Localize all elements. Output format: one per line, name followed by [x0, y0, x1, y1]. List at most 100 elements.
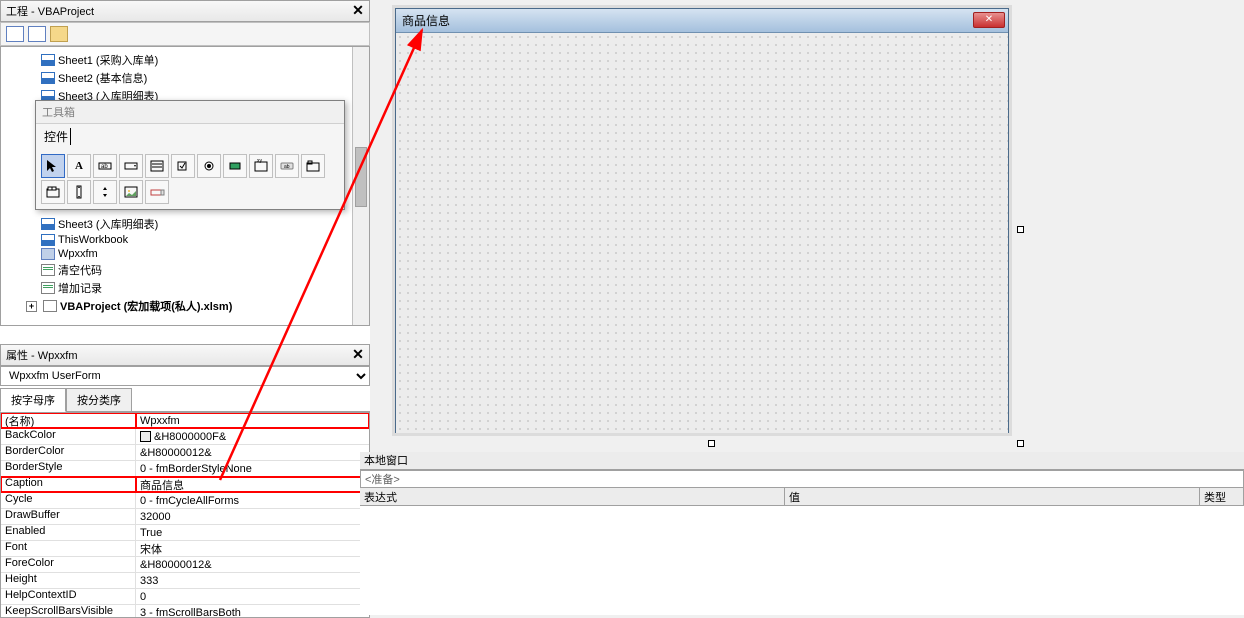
- property-row[interactable]: EnabledTrue: [1, 525, 369, 541]
- property-value[interactable]: True: [136, 525, 369, 540]
- tab-alphabetic[interactable]: 按字母序: [0, 388, 66, 412]
- refedit-tool[interactable]: [145, 180, 169, 204]
- frame-tool[interactable]: xy: [249, 154, 273, 178]
- vba-icon: [43, 300, 57, 312]
- property-name: BorderStyle: [1, 461, 136, 476]
- sheet-icon: [41, 218, 55, 230]
- tree-item[interactable]: ThisWorkbook: [1, 233, 369, 247]
- property-row[interactable]: ForeColor&H80000012&: [1, 557, 369, 573]
- form-icon: [41, 248, 55, 260]
- combobox-tool[interactable]: [119, 154, 143, 178]
- property-value[interactable]: &H8000000F&: [136, 429, 369, 444]
- checkbox-tool[interactable]: [171, 154, 195, 178]
- project-panel-titlebar: 工程 - VBAProject ✕: [0, 0, 370, 22]
- property-value[interactable]: Wpxxfm: [136, 413, 369, 428]
- tree-item[interactable]: Wpxxfm: [1, 247, 369, 261]
- close-icon[interactable]: ✕: [349, 346, 367, 364]
- properties-grid[interactable]: (名称)WpxxfmBackColor&H8000000F&BorderColo…: [0, 412, 370, 618]
- listbox-tool[interactable]: [145, 154, 169, 178]
- togglebutton-tool[interactable]: [223, 154, 247, 178]
- resize-handle-e[interactable]: [1017, 226, 1024, 233]
- userform-caption: 商品信息: [402, 12, 450, 29]
- folder-icon[interactable]: [50, 26, 68, 42]
- property-value[interactable]: 0 - fmCycleAllForms: [136, 493, 369, 508]
- property-name: DrawBuffer: [1, 509, 136, 524]
- property-value[interactable]: 0 - fmBorderStyleNone: [136, 461, 369, 476]
- color-swatch-icon: [140, 431, 151, 442]
- sheet-icon: [41, 234, 55, 246]
- col-value[interactable]: 值: [785, 488, 1200, 505]
- toolbox-title: 工具箱: [36, 101, 344, 124]
- col-type[interactable]: 类型: [1200, 488, 1244, 505]
- userform-designer[interactable]: 商品信息 ✕: [395, 8, 1020, 443]
- multipage-tool[interactable]: [41, 180, 65, 204]
- sheet-icon: [41, 54, 55, 66]
- commandbutton-tool[interactable]: ab: [275, 154, 299, 178]
- sheet-icon: [41, 72, 55, 84]
- properties-panel: 属性 - Wpxxfm ✕ Wpxxfm UserForm 按字母序 按分类序 …: [0, 344, 370, 618]
- svg-text:ab: ab: [284, 164, 290, 170]
- property-row[interactable]: DrawBuffer32000: [1, 509, 369, 525]
- close-icon[interactable]: ✕: [349, 2, 367, 20]
- property-row[interactable]: (名称)Wpxxfm: [1, 413, 369, 429]
- userform-window[interactable]: 商品信息 ✕: [395, 8, 1009, 433]
- col-expression[interactable]: 表达式: [360, 488, 785, 505]
- view-object-icon[interactable]: [28, 26, 46, 42]
- property-row[interactable]: Height333: [1, 573, 369, 589]
- property-row[interactable]: Caption商品信息: [1, 477, 369, 493]
- scrollbar[interactable]: [352, 47, 369, 325]
- optionbutton-tool[interactable]: [197, 154, 221, 178]
- pointer-tool[interactable]: [41, 154, 65, 178]
- property-value[interactable]: 商品信息: [136, 477, 369, 492]
- resize-handle-s[interactable]: [708, 440, 715, 447]
- property-row[interactable]: BorderColor&H80000012&: [1, 445, 369, 461]
- locals-window: 本地窗口 <准备> 表达式 值 类型: [360, 452, 1244, 615]
- spinbutton-tool[interactable]: [93, 180, 117, 204]
- property-name: HelpContextID: [1, 589, 136, 604]
- property-name: Enabled: [1, 525, 136, 540]
- scrollbar-tool[interactable]: [67, 180, 91, 204]
- tree-item[interactable]: Sheet3 (入库明细表): [1, 215, 369, 233]
- property-row[interactable]: BorderStyle0 - fmBorderStyleNone: [1, 461, 369, 477]
- locals-column-headers: 表达式 值 类型: [360, 488, 1244, 506]
- svg-text:xy: xy: [257, 158, 263, 164]
- toolbox-tab-controls[interactable]: 控件: [36, 124, 344, 149]
- property-name: KeepScrollBarsVisible: [1, 605, 136, 618]
- property-row[interactable]: KeepScrollBarsVisible3 - fmScrollBarsBot…: [1, 605, 369, 618]
- property-row[interactable]: Cycle0 - fmCycleAllForms: [1, 493, 369, 509]
- scrollbar-thumb[interactable]: [355, 147, 367, 207]
- form-close-button[interactable]: ✕: [973, 12, 1005, 28]
- property-value[interactable]: 333: [136, 573, 369, 588]
- property-value[interactable]: 宋体: [136, 541, 369, 556]
- svg-text:ab: ab: [101, 164, 108, 170]
- properties-title: 属性 - Wpxxfm: [6, 347, 78, 363]
- property-name: Caption: [1, 477, 136, 492]
- view-code-icon[interactable]: [6, 26, 24, 42]
- property-row[interactable]: HelpContextID0: [1, 589, 369, 605]
- tabstrip-tool[interactable]: [301, 154, 325, 178]
- property-value[interactable]: 0: [136, 589, 369, 604]
- object-selector[interactable]: Wpxxfm UserForm: [0, 366, 370, 386]
- properties-titlebar: 属性 - Wpxxfm ✕: [0, 344, 370, 366]
- property-value[interactable]: 32000: [136, 509, 369, 524]
- userform-body[interactable]: [396, 33, 1008, 433]
- expand-icon[interactable]: +: [26, 301, 37, 312]
- tree-item[interactable]: Sheet1 (采购入库单): [1, 51, 369, 69]
- tree-item[interactable]: 清空代码: [1, 261, 369, 279]
- module-icon: [41, 282, 55, 294]
- image-tool[interactable]: [119, 180, 143, 204]
- property-value[interactable]: &H80000012&: [136, 445, 369, 460]
- resize-handle-se[interactable]: [1017, 440, 1024, 447]
- tree-item[interactable]: +VBAProject (宏加载项(私人).xlsm): [1, 297, 369, 315]
- textbox-tool[interactable]: ab: [93, 154, 117, 178]
- property-row[interactable]: Font宋体: [1, 541, 369, 557]
- tab-categorized[interactable]: 按分类序: [66, 388, 132, 411]
- property-value[interactable]: &H80000012&: [136, 557, 369, 572]
- label-tool[interactable]: A: [67, 154, 91, 178]
- tree-item[interactable]: 增加记录: [1, 279, 369, 297]
- toolbox-window[interactable]: 工具箱 控件 A ab xy ab: [35, 100, 345, 210]
- tree-item[interactable]: Sheet2 (基本信息): [1, 69, 369, 87]
- property-row[interactable]: BackColor&H8000000F&: [1, 429, 369, 445]
- property-value[interactable]: 3 - fmScrollBarsBoth: [136, 605, 369, 618]
- designer-area: 商品信息 ✕: [380, 0, 1244, 450]
